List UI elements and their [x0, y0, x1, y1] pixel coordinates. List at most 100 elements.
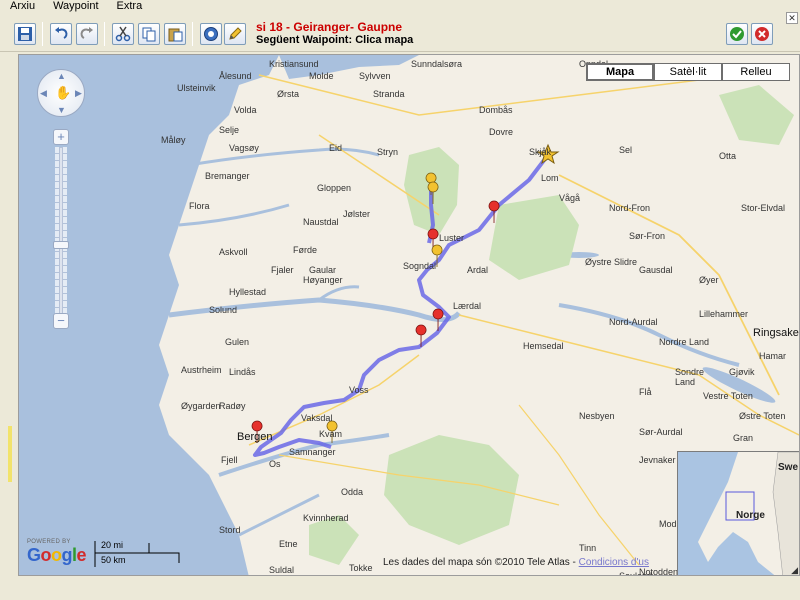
place-label: Dovre	[489, 127, 514, 137]
side-strip	[0, 54, 18, 576]
pan-right-icon[interactable]: ▶	[75, 88, 82, 99]
place-label: Flora	[189, 201, 210, 211]
place-label: Sør-Aurdal	[639, 427, 683, 437]
pencil-icon	[229, 27, 242, 40]
redo-button[interactable]	[76, 23, 98, 45]
google-wordmark: Google	[27, 545, 87, 565]
zoom-out-button[interactable]: −	[53, 313, 69, 329]
place-label: Tokke	[349, 563, 373, 573]
map-type-map[interactable]: Mapa	[586, 63, 654, 81]
locate-button[interactable]	[200, 23, 222, 45]
place-label: Gloppen	[317, 183, 352, 193]
place-label: Bergen	[237, 431, 273, 443]
place-label: Østre Toten	[739, 411, 786, 421]
menu-waypoint[interactable]: Waypoint	[43, 0, 106, 12]
place-label: Øystre Slidre	[585, 257, 638, 267]
place-label: Vågå	[559, 193, 581, 203]
save-button[interactable]	[14, 23, 36, 45]
google-logo: POWERED BY Google	[27, 539, 87, 566]
place-label: Selje	[219, 125, 240, 135]
hand-icon[interactable]: ✋	[55, 85, 71, 101]
place-label: Otta	[719, 151, 737, 161]
scale-km: 50 km	[101, 555, 126, 565]
close-icon[interactable]: ✕	[786, 12, 798, 24]
undo-icon	[55, 27, 68, 39]
place-label: Ulsteinvik	[177, 83, 216, 93]
place-label: Skjåk	[529, 147, 552, 157]
place-label: Kristiansund	[269, 59, 319, 69]
copy-icon	[142, 27, 156, 42]
pan-left-icon[interactable]: ◀	[40, 88, 47, 99]
place-label: Gaular	[309, 265, 337, 275]
place-label: Øyer	[699, 275, 719, 285]
paste-button[interactable]	[164, 23, 186, 45]
pan-control[interactable]: ▲ ▼ ◀ ▶ ✋	[37, 69, 85, 117]
place-label: Molde	[309, 71, 334, 81]
place-label: Førde	[293, 245, 318, 255]
cancel-button[interactable]	[751, 23, 773, 45]
route-title: si 18 - Geiranger- Gaupne	[256, 20, 403, 34]
place-label: Volda	[234, 105, 257, 115]
pan-up-icon[interactable]: ▲	[57, 71, 66, 81]
place-label: Fjaler	[271, 265, 294, 275]
place-label: Ørsta	[277, 89, 300, 99]
map-attribution: Les dades del mapa són ©2010 Tele Atlas …	[383, 557, 649, 568]
map-type-satellite[interactable]: Satèl·lit	[654, 63, 722, 81]
attribution-text: Les dades del mapa són ©2010 Tele Atlas …	[383, 557, 579, 568]
map-type-terrain[interactable]: Relleu	[722, 63, 790, 81]
place-label: Hemsedal	[523, 341, 564, 351]
place-label: Sunndalsøra	[411, 59, 463, 69]
place-label: Askvoll	[219, 247, 248, 257]
place-label: Sel	[619, 145, 633, 155]
zoom-slider[interactable]	[59, 147, 63, 319]
place-label: Voss	[349, 385, 369, 395]
cut-button[interactable]	[112, 23, 134, 45]
place-label: Gausdal	[639, 265, 673, 275]
redo-icon	[80, 27, 93, 39]
confirm-button[interactable]	[726, 23, 748, 45]
place-label: Flå	[639, 387, 652, 397]
overview-neighbour: Swe	[778, 462, 799, 473]
paste-icon	[168, 28, 183, 42]
place-label: Jølster	[343, 209, 370, 219]
save-icon	[18, 27, 32, 41]
place-label: Dombås	[479, 105, 513, 115]
zoom-slider-thumb[interactable]	[53, 241, 69, 249]
toolbar: si 18 - Geiranger- Gaupne Següent Waipoi…	[0, 12, 800, 52]
place-label: Land	[675, 377, 696, 387]
place-label: Øygarden	[181, 401, 221, 411]
place-label: Solund	[209, 305, 238, 315]
cut-icon	[115, 26, 131, 42]
place-label: Lillehammer	[699, 309, 749, 319]
edit-button[interactable]	[224, 23, 246, 45]
place-label: Sør-Fron	[629, 231, 665, 241]
terms-link[interactable]: Condicions d'us	[579, 557, 649, 568]
copy-button[interactable]	[138, 23, 160, 45]
map-canvas[interactable]: KristiansundSunndalsøraOppdalÅlesundMold…	[18, 54, 800, 576]
menu-arxiu[interactable]: Arxiu	[0, 0, 43, 12]
place-label: Nordre Land	[659, 337, 710, 347]
place-label: Ringsaker	[753, 327, 800, 339]
place-label: Os	[269, 459, 281, 469]
overview-map[interactable]: Norge Swe ◢	[677, 451, 799, 575]
place-label: Sondre	[675, 367, 705, 377]
menu-bar: Arxiu Waypoint Extra	[0, 0, 800, 12]
place-label: Måløy	[161, 135, 186, 145]
place-label: Sogndal	[403, 261, 437, 271]
place-label: Lærdal	[453, 301, 482, 311]
place-label: Gjøvik	[729, 367, 755, 377]
zoom-in-button[interactable]: +	[53, 129, 69, 145]
place-label: Ålesund	[219, 71, 252, 81]
place-label: Suldal	[269, 565, 295, 575]
place-label: Vagsøy	[229, 143, 259, 153]
overview-collapse-icon[interactable]: ◢	[791, 565, 798, 575]
pan-down-icon[interactable]: ▼	[57, 105, 66, 115]
menu-extra[interactable]: Extra	[107, 0, 151, 12]
place-label: Fjell	[221, 455, 238, 465]
undo-button[interactable]	[50, 23, 72, 45]
place-label: Nesbyen	[579, 411, 615, 421]
place-label: Vestre Toten	[703, 391, 753, 401]
overview-country: Norge	[736, 510, 765, 521]
place-label: Kvam	[319, 429, 343, 439]
map-scale: 20 mi 50 km	[93, 539, 183, 569]
